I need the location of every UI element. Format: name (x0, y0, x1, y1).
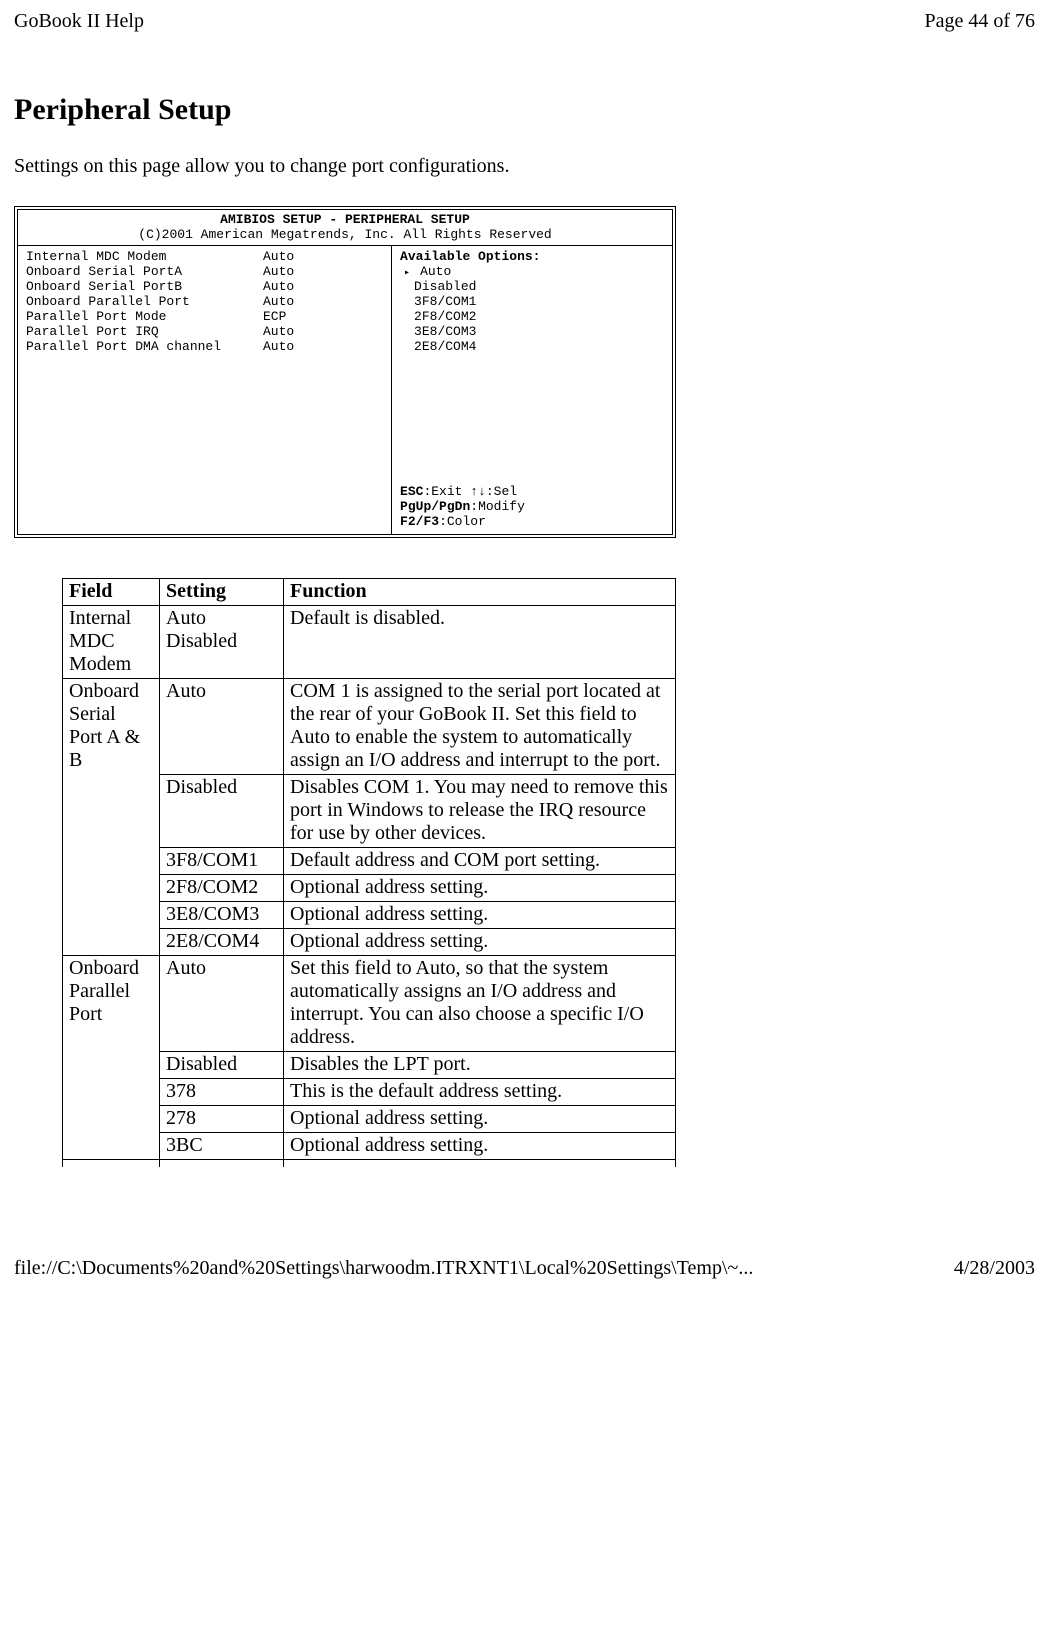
bios-setting-value: Auto (263, 325, 385, 340)
bios-option: 3F8/COM1 (400, 295, 666, 310)
cell-setting: 3F8/COM1 (160, 847, 284, 874)
bios-setting-value: Auto (263, 280, 385, 295)
bios-help-text: :Color (439, 514, 486, 529)
cell-function: Default address and COM port setting. (284, 847, 676, 874)
bios-option-selected: Auto (400, 265, 666, 280)
cell-setting: Auto (160, 955, 284, 1051)
cell-setting: Auto (160, 678, 284, 774)
cell-function: Set this field to Auto, so that the syst… (284, 955, 676, 1051)
cell-field: Internal MDC Modem (63, 605, 160, 678)
cell-field: Onboard Serial Port A & B (63, 678, 160, 955)
bios-help-panel: ESC:Exit ↑↓:Sel PgUp/PgDn:Modify F2/F3:C… (400, 485, 666, 530)
bios-help-key: F2/F3 (400, 514, 439, 529)
bios-help-key: ↑↓ (470, 484, 486, 499)
bios-option: 2E8/COM4 (400, 340, 666, 355)
table-row: Onboard Parallel Port Auto Set this fiel… (63, 955, 676, 1051)
bios-help-key: PgUp/PgDn (400, 499, 470, 514)
cell-function: This is the default address setting. (284, 1078, 676, 1105)
table-header-field: Field (63, 578, 160, 605)
doc-footer-date: 4/28/2003 (954, 1257, 1035, 1280)
cell-field: Onboard Parallel Port (63, 955, 160, 1159)
bios-help-key: ESC (400, 484, 423, 499)
bios-subtitle: (C)2001 American Megatrends, Inc. All Ri… (18, 228, 672, 243)
cell-function: Default is disabled. (284, 605, 676, 678)
cell-setting: 3BC (160, 1132, 284, 1159)
table-row: Onboard Serial Port A & B Auto COM 1 is … (63, 678, 676, 774)
cell-function: Optional address setting. (284, 874, 676, 901)
cell-function: Optional address setting. (284, 1132, 676, 1159)
bios-setting-value: Auto (263, 340, 385, 355)
bios-help-text: :Modify (470, 499, 525, 514)
cell-function: COM 1 is assigned to the serial port loc… (284, 678, 676, 774)
bios-setting-label: Onboard Parallel Port (26, 295, 263, 310)
intro-text: Settings on this page allow you to chang… (14, 155, 1035, 178)
cell-function: Optional address setting. (284, 901, 676, 928)
cell-setting: 278 (160, 1105, 284, 1132)
cell-setting: 2E8/COM4 (160, 928, 284, 955)
bios-setting-value: Auto (263, 295, 385, 310)
bios-option: 2F8/COM2 (400, 310, 666, 325)
bios-setting-value: ECP (263, 310, 385, 325)
bios-setting-value: Auto (263, 265, 385, 280)
bios-setting-label: Parallel Port DMA channel (26, 340, 263, 355)
cell-function: Optional address setting. (284, 1105, 676, 1132)
doc-footer-path: file://C:\Documents%20and%20Settings\har… (14, 1257, 753, 1280)
cell-setting: Disabled (160, 1051, 284, 1078)
bios-setting-label: Onboard Serial PortB (26, 280, 263, 295)
cell-setting: 3E8/COM3 (160, 901, 284, 928)
bios-setting-label: Parallel Port IRQ (26, 325, 263, 340)
bios-help-text: :Exit (423, 484, 470, 499)
bios-setting-value: Auto (263, 250, 385, 265)
bios-options-panel: Available Options: Auto Disabled 3F8/COM… (400, 250, 666, 355)
bios-setting-label: Parallel Port Mode (26, 310, 263, 325)
cell-setting: 2F8/COM2 (160, 874, 284, 901)
bios-option: 3E8/COM3 (400, 325, 666, 340)
table-row-empty (63, 1159, 676, 1167)
cell-function: Disables COM 1. You may need to remove t… (284, 774, 676, 847)
bios-setting-label: Onboard Serial PortA (26, 265, 263, 280)
cell-function: Disables the LPT port. (284, 1051, 676, 1078)
cell-setting: 378 (160, 1078, 284, 1105)
doc-header-right: Page 44 of 76 (924, 10, 1035, 33)
bios-setting-label: Internal MDC Modem (26, 250, 263, 265)
cell-setting: Disabled (160, 774, 284, 847)
bios-screenshot: AMIBIOS SETUP - PERIPHERAL SETUP (C)2001… (14, 206, 676, 538)
bios-option: Disabled (400, 280, 666, 295)
table-header-function: Function (284, 578, 676, 605)
doc-header-left: GoBook II Help (14, 10, 144, 33)
cell-function: Optional address setting. (284, 928, 676, 955)
bios-help-text: :Sel (486, 484, 517, 499)
page-title: Peripheral Setup (14, 93, 1035, 127)
bios-title: AMIBIOS SETUP - PERIPHERAL SETUP (18, 213, 672, 228)
bios-options-header: Available Options: (400, 250, 666, 265)
bios-settings-panel: Internal MDC ModemAuto Onboard Serial Po… (18, 246, 391, 534)
reference-table: Field Setting Function Internal MDC Mode… (62, 578, 676, 1168)
table-row: Internal MDC Modem Auto Disabled Default… (63, 605, 676, 678)
cell-setting: Auto Disabled (160, 605, 284, 678)
table-header-setting: Setting (160, 578, 284, 605)
